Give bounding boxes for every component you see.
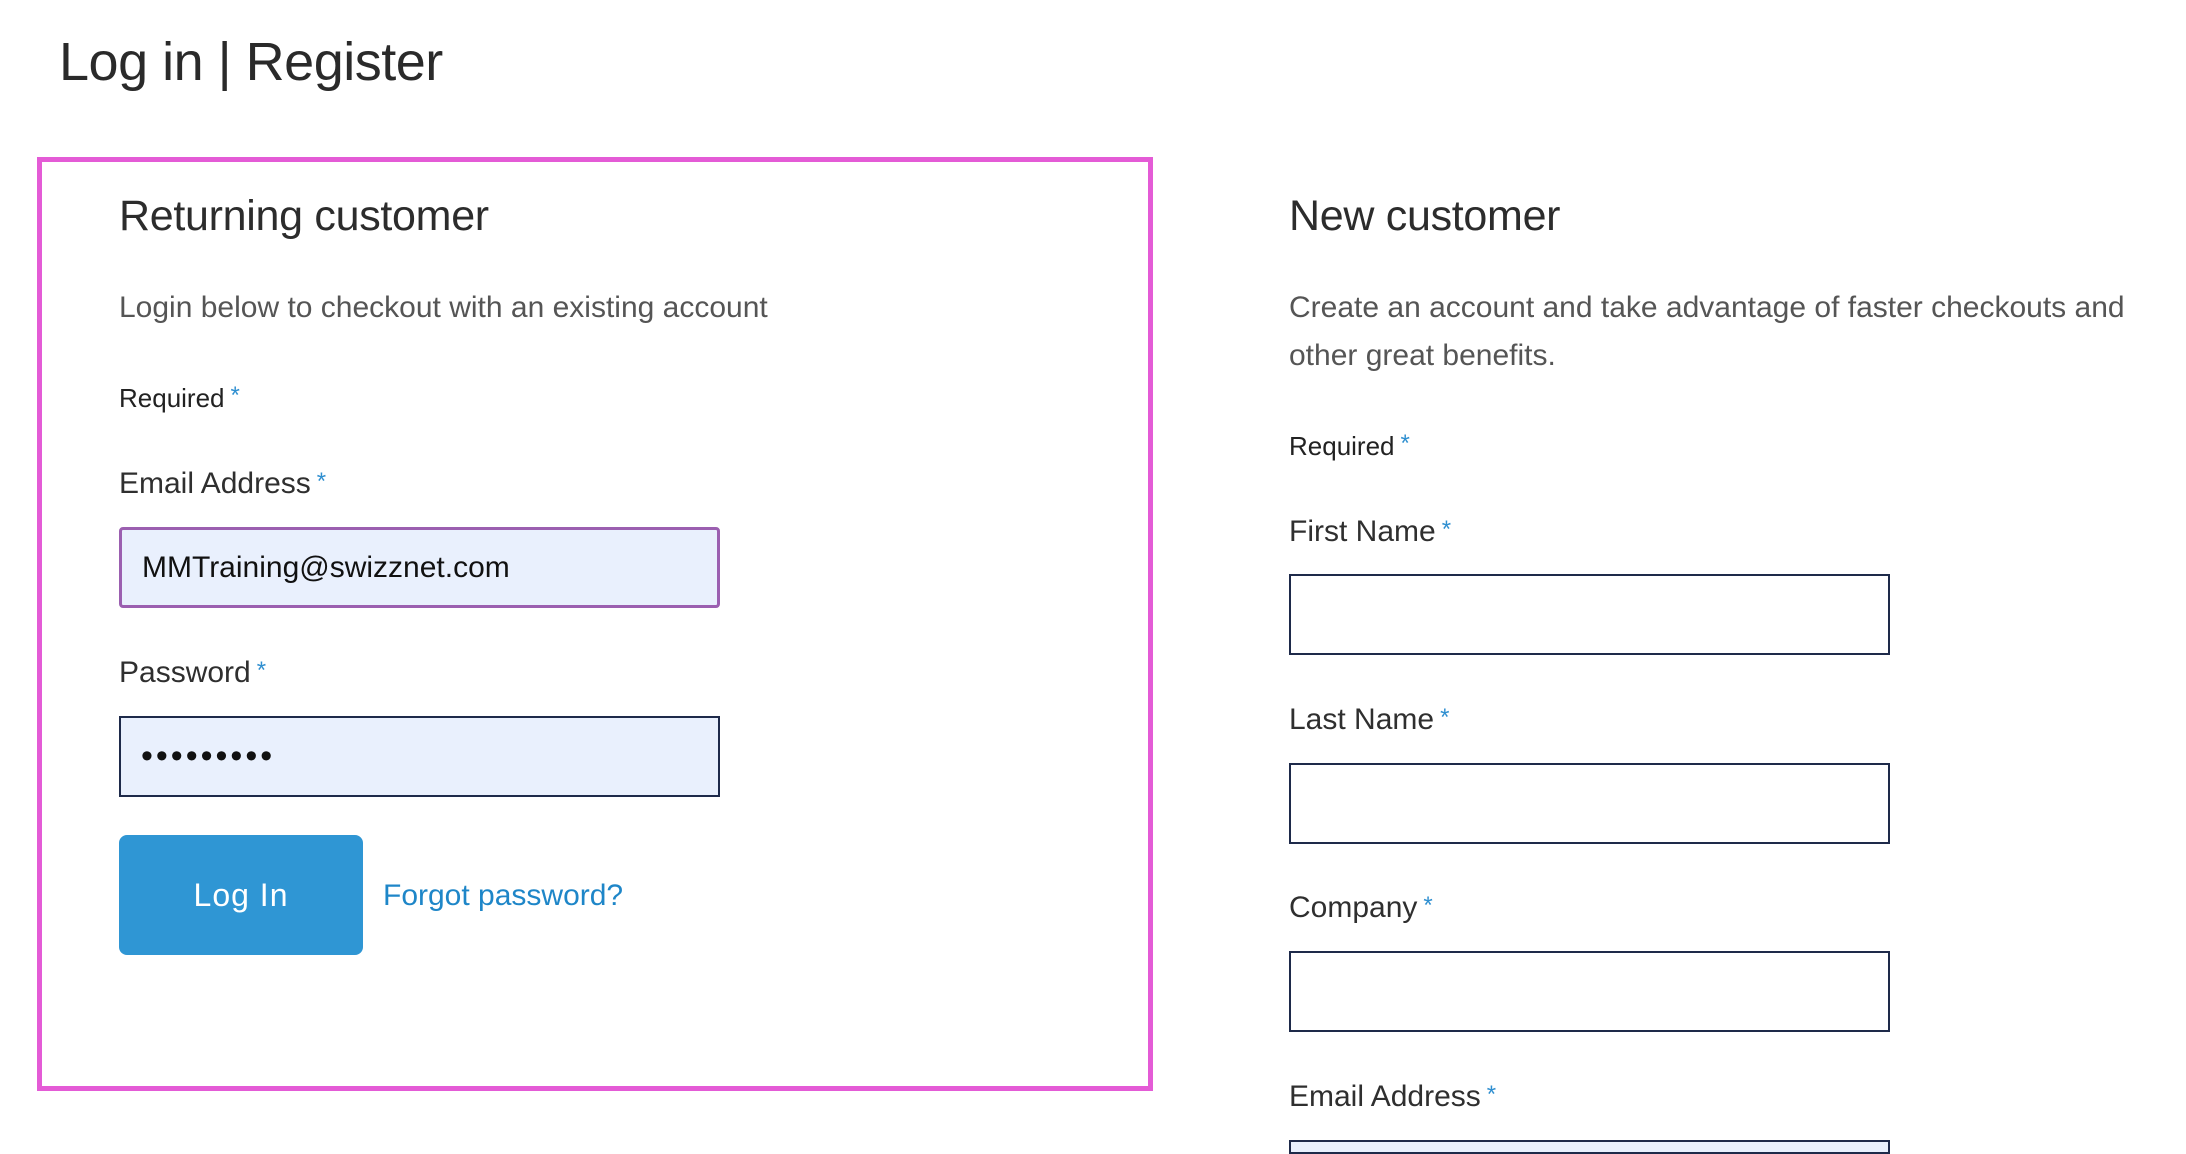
email-label: Email Address * [119, 464, 326, 504]
email-label-text: Email Address [119, 467, 311, 500]
first-name-label: First Name * [1289, 512, 1451, 552]
company-input[interactable] [1289, 951, 1890, 1032]
new-email-label: Email Address * [1289, 1077, 1496, 1117]
company-label-text: Company [1289, 891, 1418, 924]
last-name-input[interactable] [1289, 763, 1890, 844]
required-asterisk: * [230, 382, 240, 409]
password-label: Password * [119, 653, 266, 693]
new-required-note: Required * [1289, 428, 1410, 464]
required-asterisk: * [1400, 430, 1410, 457]
company-label: Company * [1289, 888, 1433, 928]
required-asterisk: * [1423, 892, 1433, 919]
last-name-label-text: Last Name [1289, 703, 1435, 736]
forgot-password-link[interactable]: Forgot password? [383, 876, 623, 916]
new-email-label-text: Email Address [1289, 1080, 1481, 1113]
required-asterisk: * [256, 657, 267, 684]
returning-customer-title: Returning customer [119, 192, 489, 240]
password-mask: ••••••••• [141, 737, 276, 775]
login-button[interactable]: Log In [119, 835, 363, 955]
new-customer-title: New customer [1289, 192, 1561, 240]
last-name-label: Last Name * [1289, 700, 1449, 740]
email-input[interactable] [119, 527, 720, 608]
new-email-input[interactable] [1289, 1140, 1890, 1154]
password-label-text: Password [119, 656, 251, 689]
first-name-label-text: First Name [1289, 515, 1436, 548]
required-label: Required [119, 383, 225, 413]
page-title: Log in | Register [59, 32, 443, 92]
new-customer-description: Create an account and take advantage of … [1289, 291, 2125, 372]
required-label: Required [1289, 431, 1395, 461]
required-asterisk: * [1486, 1081, 1497, 1108]
returning-required-note: Required * [119, 380, 240, 416]
required-asterisk: * [1441, 516, 1452, 543]
password-input[interactable]: ••••••••• [119, 716, 720, 797]
first-name-input[interactable] [1289, 574, 1890, 655]
required-asterisk: * [316, 468, 327, 495]
returning-customer-description: Login below to checkout with an existing… [119, 291, 768, 324]
required-asterisk: * [1440, 704, 1450, 731]
